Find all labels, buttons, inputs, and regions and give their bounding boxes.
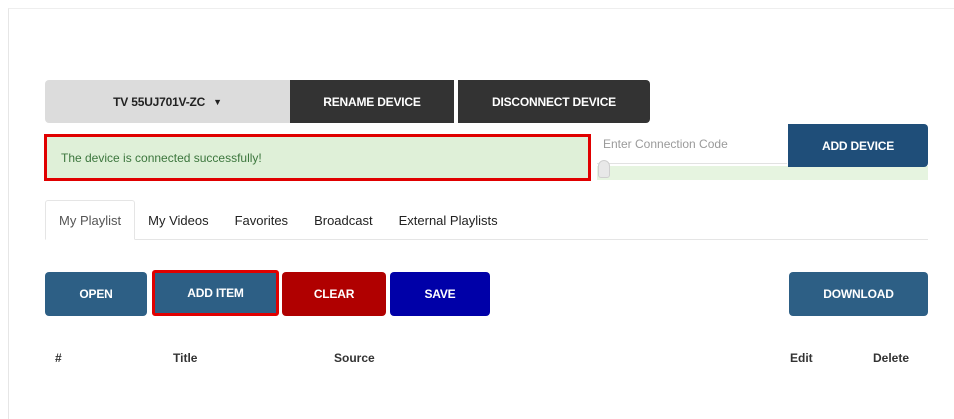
slider-handle-icon[interactable] <box>598 160 610 178</box>
column-header-number: # <box>55 351 62 365</box>
tab-my-videos[interactable]: My Videos <box>135 201 221 239</box>
column-header-title: Title <box>173 351 198 365</box>
success-alert: The device is connected successfully! <box>44 134 591 181</box>
disconnect-device-button[interactable]: DISCONNECT DEVICE <box>458 80 650 123</box>
tab-favorites[interactable]: Favorites <box>222 201 301 239</box>
device-select-dropdown[interactable]: TV 55UJ701V-ZC ▼ <box>45 80 290 123</box>
add-device-button[interactable]: ADD DEVICE <box>788 124 928 167</box>
tab-broadcast[interactable]: Broadcast <box>301 201 386 239</box>
tab-external-playlists[interactable]: External Playlists <box>386 201 511 239</box>
tab-my-playlist[interactable]: My Playlist <box>45 200 136 240</box>
download-button[interactable]: DOWNLOAD <box>789 272 928 316</box>
selected-device-label: TV 55UJ701V-ZC <box>113 94 206 109</box>
column-header-delete: Delete <box>873 351 910 365</box>
clear-button[interactable]: CLEAR <box>282 272 386 316</box>
playlist-tabs: My Playlist My Videos Favorites Broadcas… <box>45 200 928 240</box>
column-header-edit: Edit <box>790 351 813 365</box>
rename-device-button[interactable]: RENAME DEVICE <box>290 80 454 123</box>
connection-code-input[interactable] <box>597 124 787 164</box>
add-item-button[interactable]: ADD ITEM <box>152 270 279 316</box>
connection-progress-strip <box>597 166 928 180</box>
save-button[interactable]: SAVE <box>390 272 490 316</box>
open-button[interactable]: OPEN <box>45 272 147 316</box>
caret-down-icon: ▼ <box>213 96 222 107</box>
success-message: The device is connected successfully! <box>61 150 262 165</box>
column-header-source: Source <box>334 351 375 365</box>
